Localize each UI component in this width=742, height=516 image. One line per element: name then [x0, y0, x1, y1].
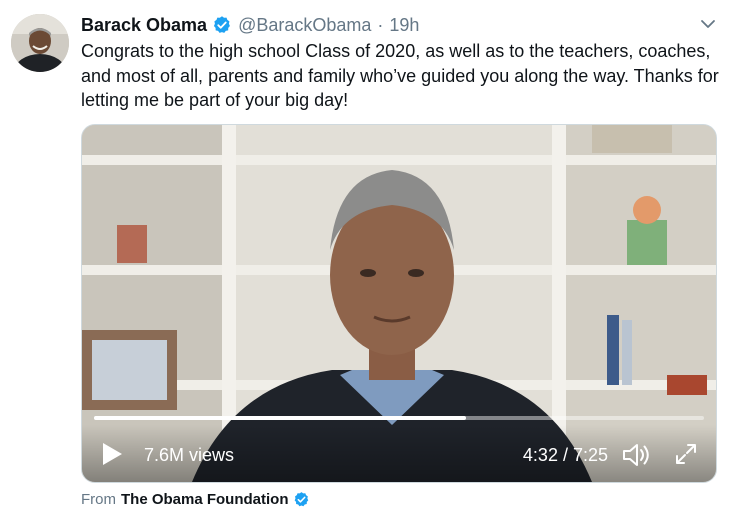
tweet[interactable]: Barack Obama @BarackObama · 19h Congrats… [0, 0, 742, 516]
volume-icon[interactable] [622, 442, 652, 468]
verified-badge-icon [212, 15, 232, 35]
separator-dot: · [377, 14, 384, 35]
verified-badge-icon [293, 491, 310, 508]
video-player[interactable]: 7.6M views 4:32 / 7:25 [81, 124, 717, 483]
source-name-link[interactable]: The Obama Foundation [121, 491, 289, 508]
video-progress-fill [94, 416, 467, 420]
tweet-header: Barack Obama @BarackObama · 19h [81, 13, 419, 37]
view-count: 7.6M views [144, 445, 235, 465]
video-progress-bar[interactable] [94, 416, 704, 420]
author-handle[interactable]: @BarackObama [238, 15, 371, 36]
author-name[interactable]: Barack Obama [81, 15, 207, 36]
tweet-text: Congrats to the high school Class of 202… [81, 41, 719, 110]
video-controls: 7.6M views 4:32 / 7:25 [82, 425, 716, 482]
source-prefix: From [81, 491, 116, 508]
fullscreen-icon[interactable] [674, 442, 698, 466]
video-timecode: 4:32 / 7:25 [522, 445, 608, 465]
tweet-source: From The Obama Foundation [81, 491, 310, 508]
play-icon[interactable] [100, 441, 124, 467]
avatar[interactable] [11, 14, 69, 72]
chevron-down-icon[interactable] [700, 16, 716, 32]
timestamp[interactable]: 19h [389, 15, 419, 36]
